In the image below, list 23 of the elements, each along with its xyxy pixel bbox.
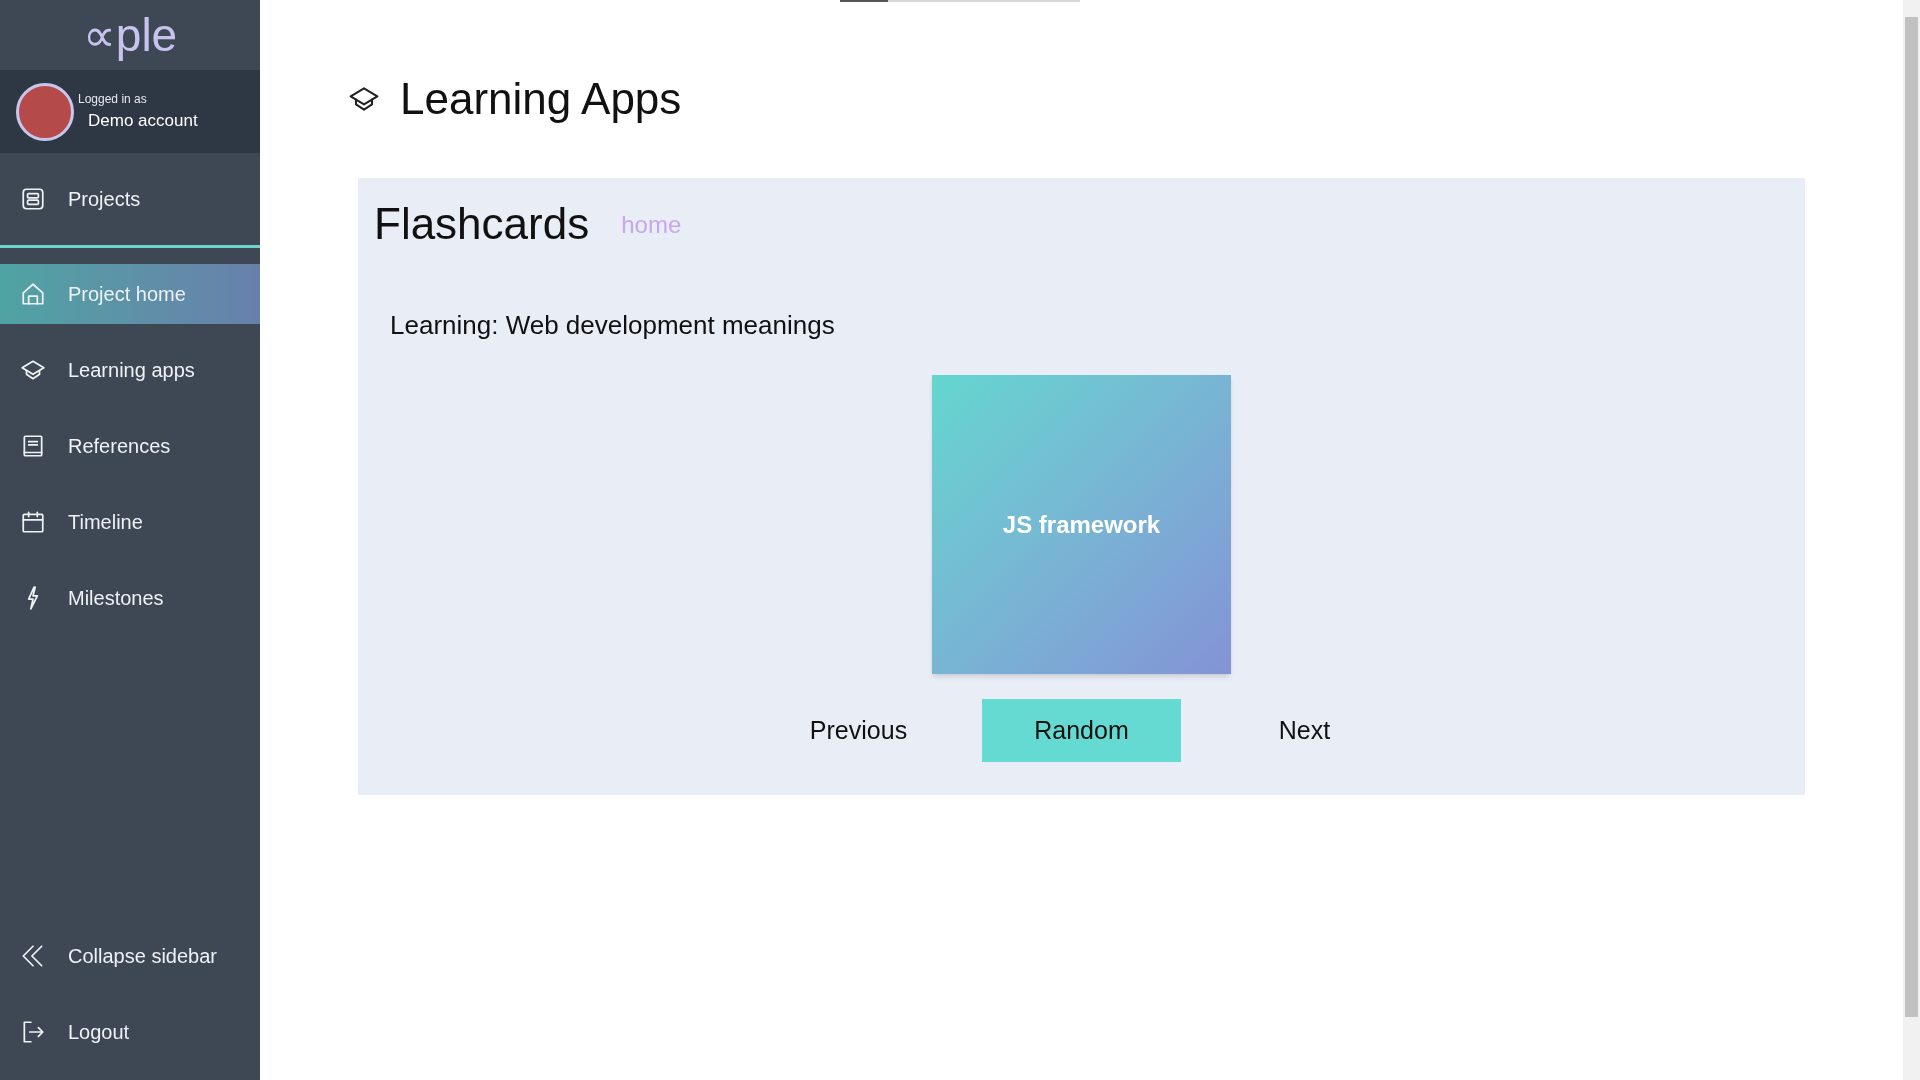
sidebar-item[interactable]: References: [0, 416, 260, 476]
sidebar-item[interactable]: Timeline: [0, 492, 260, 552]
user-name: Demo account: [87, 109, 198, 132]
flashcard-button[interactable]: Next: [1205, 699, 1404, 762]
sidebar-item[interactable]: Projects: [0, 153, 260, 245]
page-title: Learning Apps: [400, 73, 682, 125]
logout-icon: [20, 1019, 46, 1045]
flashcard-button[interactable]: Previous: [759, 699, 958, 762]
sidebar-item[interactable]: Milestones: [0, 568, 260, 628]
sidebar-item[interactable]: Collapse sidebar: [0, 918, 260, 994]
calendar-icon: [20, 509, 46, 535]
sidebar-item[interactable]: Logout: [0, 994, 260, 1070]
book-icon: [20, 433, 46, 459]
learning-subtitle: Learning: Web development meanings: [389, 309, 836, 342]
home-icon: [20, 281, 46, 307]
avatar: [16, 82, 74, 141]
panel-title: Flashcards: [374, 198, 590, 250]
flashcard-text: JS framework: [1002, 509, 1161, 540]
scrollbar-thumb[interactable]: [1905, 17, 1918, 1017]
sidebar-item[interactable]: Learning apps: [0, 340, 260, 400]
list-icon: [20, 186, 46, 212]
flashcard-button[interactable]: Random: [982, 699, 1181, 762]
logged-in-caption: Logged in as: [78, 90, 148, 108]
